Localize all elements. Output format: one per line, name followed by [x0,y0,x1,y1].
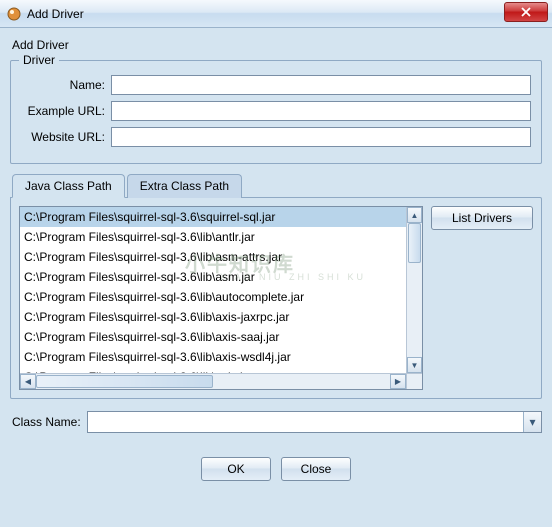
tab-extra-class-path[interactable]: Extra Class Path [127,174,242,198]
side-buttons: List Drivers [431,206,533,390]
dialog-body: Add Driver Driver Name: Example URL: Web… [0,28,552,491]
scroll-thumb[interactable] [36,375,213,388]
example-url-label: Example URL: [21,104,111,118]
list-item[interactable]: C:\Program Files\squirrel-sql-3.6\lib\an… [20,227,422,247]
class-name-combobox[interactable]: ▾ [87,411,542,433]
triangle-down-icon: ▼ [411,361,419,370]
class-name-input[interactable] [88,412,523,432]
list-item[interactable]: C:\Program Files\squirrel-sql-3.6\lib\ax… [20,367,422,373]
classpath-listbox[interactable]: C:\Program Files\squirrel-sql-3.6\squirr… [19,206,423,390]
name-input[interactable] [111,75,531,95]
class-name-row: Class Name: ▾ [10,411,542,433]
triangle-right-icon: ▶ [395,377,401,386]
class-name-label: Class Name: [10,415,81,429]
scroll-down-button[interactable]: ▼ [407,357,422,373]
driver-group-title: Driver [19,53,59,67]
class-name-dropdown-button[interactable]: ▾ [523,412,541,432]
example-url-input[interactable] [111,101,531,121]
website-url-input[interactable] [111,127,531,147]
title-bar: Add Driver [0,0,552,28]
scroll-corner [406,373,422,389]
chevron-down-icon: ▾ [529,415,535,429]
tab-java-class-path[interactable]: Java Class Path [12,174,125,198]
dialog-heading: Add Driver [10,34,542,60]
list-item[interactable]: C:\Program Files\squirrel-sql-3.6\lib\as… [20,247,422,267]
close-window-button[interactable] [504,2,548,22]
vertical-scrollbar[interactable]: ▲ ▼ [406,207,422,373]
scroll-up-button[interactable]: ▲ [407,207,422,223]
list-item[interactable]: C:\Program Files\squirrel-sql-3.6\lib\ax… [20,327,422,347]
triangle-up-icon: ▲ [411,211,419,220]
name-label: Name: [21,78,111,92]
dialog-footer: OK Close [10,457,542,481]
list-drivers-button[interactable]: List Drivers [431,206,533,230]
tabs: Java Class Path Extra Class Path [10,174,542,198]
horizontal-scrollbar[interactable]: ◀ ▶ [20,373,406,389]
list-item[interactable]: C:\Program Files\squirrel-sql-3.6\lib\ax… [20,307,422,327]
list-item[interactable]: C:\Program Files\squirrel-sql-3.6\lib\as… [20,267,422,287]
triangle-left-icon: ◀ [25,377,31,386]
scroll-right-button[interactable]: ▶ [390,374,406,389]
website-url-label: Website URL: [21,130,111,144]
close-icon [521,7,531,17]
scroll-left-button[interactable]: ◀ [20,374,36,389]
driver-groupbox: Driver Name: Example URL: Website URL: [10,60,542,164]
list-item[interactable]: C:\Program Files\squirrel-sql-3.6\lib\au… [20,287,422,307]
scroll-track[interactable] [407,223,422,357]
app-icon [6,6,22,22]
ok-button[interactable]: OK [201,457,271,481]
window-title: Add Driver [27,7,84,21]
scroll-track[interactable] [36,374,390,389]
list-item[interactable]: C:\Program Files\squirrel-sql-3.6\lib\ax… [20,347,422,367]
list-item[interactable]: C:\Program Files\squirrel-sql-3.6\squirr… [20,207,422,227]
scroll-thumb[interactable] [408,223,421,263]
close-button[interactable]: Close [281,457,351,481]
java-class-path-panel: C:\Program Files\squirrel-sql-3.6\squirr… [10,197,542,399]
